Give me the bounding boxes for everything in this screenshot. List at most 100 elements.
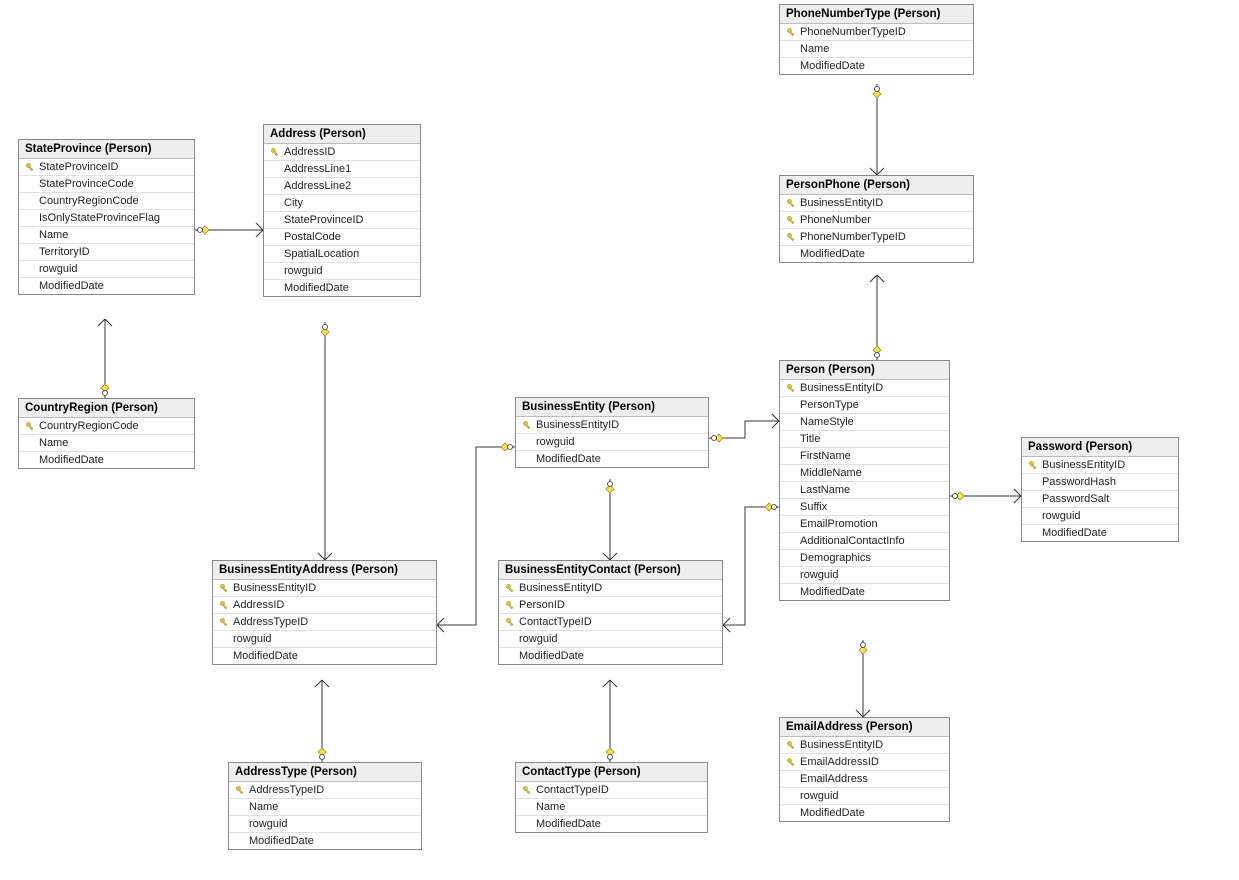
column-name: PhoneNumberTypeID (800, 26, 906, 38)
column-name: BusinessEntityID (800, 197, 883, 209)
column-row: FirstName (780, 448, 949, 465)
column-row: BusinessEntityID (780, 737, 949, 754)
primary-key-icon (786, 198, 797, 209)
entity-header: CountryRegion (Person) (19, 399, 194, 418)
column-name: ModifiedDate (800, 586, 865, 598)
column-row: PhoneNumberTypeID (780, 229, 973, 246)
primary-key-icon (1028, 460, 1039, 471)
column-row: PasswordHash (1022, 474, 1178, 491)
column-row: rowguid (780, 567, 949, 584)
column-row: ModifiedDate (516, 451, 708, 467)
entity-business_entity_contact[interactable]: BusinessEntityContact (Person)BusinessEn… (498, 560, 723, 665)
column-name: ModifiedDate (284, 282, 349, 294)
column-row: Name (780, 41, 973, 58)
column-row: PhoneNumber (780, 212, 973, 229)
column-row: rowguid (264, 263, 420, 280)
column-name: ModifiedDate (519, 650, 584, 662)
primary-key-icon (786, 740, 797, 751)
column-name: ContactTypeID (519, 616, 592, 628)
entity-address_type[interactable]: AddressType (Person)AddressTypeIDNamerow… (228, 762, 422, 850)
entity-title: Person (Person) (786, 364, 875, 376)
column-row: Name (19, 227, 194, 244)
column-row: ModifiedDate (19, 452, 194, 468)
column-name: ModifiedDate (233, 650, 298, 662)
column-name: TerritoryID (39, 246, 90, 258)
column-name: StateProvinceID (284, 214, 363, 226)
column-name: PhoneNumber (800, 214, 871, 226)
column-name: PostalCode (284, 231, 341, 243)
primary-key-icon (219, 617, 230, 628)
entity-header: AddressType (Person) (229, 763, 421, 782)
entity-title: AddressType (Person) (235, 766, 357, 778)
column-row: AddressID (264, 144, 420, 161)
column-row: StateProvinceID (19, 159, 194, 176)
column-name: EmailPromotion (800, 518, 878, 530)
column-name: Name (800, 43, 829, 55)
column-name: StateProvinceCode (39, 178, 134, 190)
entity-country_region[interactable]: CountryRegion (Person)CountryRegionCodeN… (18, 398, 195, 469)
column-row: AddressTypeID (229, 782, 421, 799)
column-row: ContactTypeID (516, 782, 707, 799)
column-row: BusinessEntityID (1022, 457, 1178, 474)
column-name: BusinessEntityID (519, 582, 602, 594)
column-row: ModifiedDate (264, 280, 420, 296)
primary-key-icon (522, 420, 533, 431)
column-name: rowguid (284, 265, 323, 277)
primary-key-icon (786, 27, 797, 38)
entity-person[interactable]: Person (Person)BusinessEntityIDPersonTyp… (779, 360, 950, 601)
column-row: ModifiedDate (1022, 525, 1178, 541)
column-name: City (284, 197, 303, 209)
column-row: rowguid (780, 788, 949, 805)
column-row: ModifiedDate (499, 648, 722, 664)
column-row: PasswordSalt (1022, 491, 1178, 508)
entity-title: PersonPhone (Person) (786, 179, 910, 191)
column-row: PersonID (499, 597, 722, 614)
column-row: EmailAddress (780, 771, 949, 788)
column-name: ModifiedDate (1042, 527, 1107, 539)
column-name: StateProvinceID (39, 161, 118, 173)
column-name: AddressID (284, 146, 335, 158)
column-name: AdditionalContactInfo (800, 535, 905, 547)
column-row: Demographics (780, 550, 949, 567)
column-name: CountryRegionCode (39, 195, 139, 207)
column-row: BusinessEntityID (780, 380, 949, 397)
column-name: PersonID (519, 599, 565, 611)
column-row: AddressLine2 (264, 178, 420, 195)
column-row: Suffix (780, 499, 949, 516)
column-name: PasswordHash (1042, 476, 1116, 488)
primary-key-icon (786, 232, 797, 243)
entity-business_entity[interactable]: BusinessEntity (Person)BusinessEntityIDr… (515, 397, 709, 468)
column-row: SpatialLocation (264, 246, 420, 263)
column-row: ModifiedDate (213, 648, 436, 664)
column-row: ModifiedDate (780, 58, 973, 74)
column-row: Title (780, 431, 949, 448)
entity-person_phone[interactable]: PersonPhone (Person) BusinessEntityID Phon… (779, 175, 974, 263)
column-name: MiddleName (800, 467, 862, 479)
primary-key-icon (270, 147, 281, 158)
entity-email_address[interactable]: EmailAddress (Person) BusinessEntityID Ema… (779, 717, 950, 822)
primary-key-icon (505, 617, 516, 628)
column-row: AdditionalContactInfo (780, 533, 949, 550)
column-name: CountryRegionCode (39, 420, 139, 432)
column-row: NameStyle (780, 414, 949, 431)
column-name: AddressTypeID (233, 616, 308, 628)
primary-key-icon (786, 215, 797, 226)
column-name: AddressTypeID (249, 784, 324, 796)
column-row: rowguid (229, 816, 421, 833)
entity-title: EmailAddress (Person) (786, 721, 913, 733)
entity-state_province[interactable]: StateProvince (Person)StateProvinceIDSta… (18, 139, 195, 295)
entity-business_entity_address[interactable]: BusinessEntityAddress (Person)BusinessEn… (212, 560, 437, 665)
column-row: ModifiedDate (516, 816, 707, 832)
entity-phone_number_type[interactable]: PhoneNumberType (Person)PhoneNumberTypeI… (779, 4, 974, 75)
entity-contact_type[interactable]: ContactType (Person)ContactTypeIDNameMod… (515, 762, 708, 833)
entity-address[interactable]: Address (Person)AddressIDAddressLine1Add… (263, 124, 421, 297)
column-name: ModifiedDate (39, 280, 104, 292)
column-name: ModifiedDate (800, 60, 865, 72)
column-name: PasswordSalt (1042, 493, 1109, 505)
column-name: BusinessEntityID (800, 382, 883, 394)
column-name: IsOnlyStateProvinceFlag (39, 212, 160, 224)
entity-password[interactable]: Password (Person)BusinessEntityIDPasswor… (1021, 437, 1179, 542)
column-name: EmailAddress (800, 773, 868, 785)
primary-key-icon (219, 600, 230, 611)
column-row: TerritoryID (19, 244, 194, 261)
